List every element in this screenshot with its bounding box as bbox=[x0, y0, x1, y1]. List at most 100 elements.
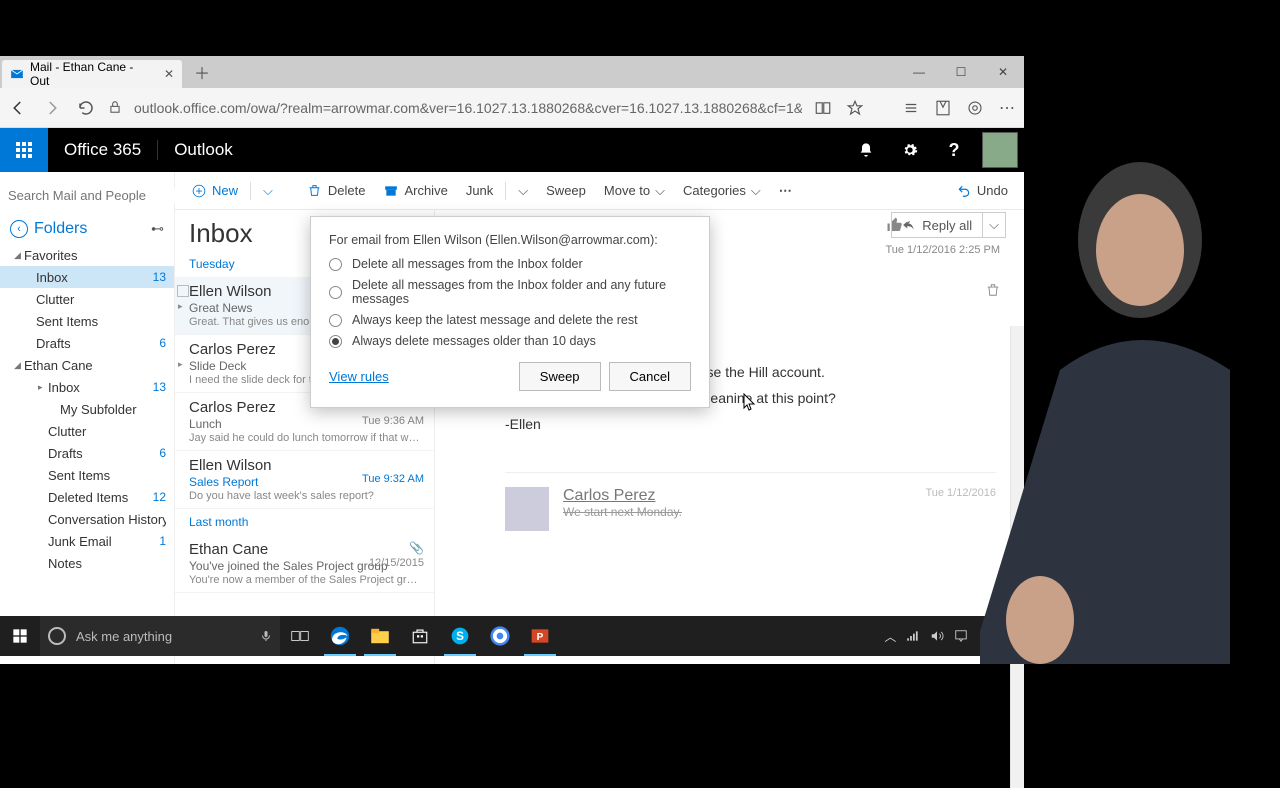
help-icon[interactable]: ? bbox=[932, 128, 976, 172]
cortana-search[interactable]: Ask me anything bbox=[40, 616, 280, 656]
task-view-button[interactable] bbox=[280, 616, 320, 656]
presenter-overlay bbox=[980, 120, 1280, 664]
delete-button[interactable]: Delete bbox=[301, 179, 372, 203]
action-center-icon[interactable] bbox=[954, 629, 968, 643]
mail-icon bbox=[10, 67, 24, 81]
browser-toolbar: outlook.office.com/owa/?realm=arrowmar.c… bbox=[0, 88, 1024, 128]
volume-icon[interactable] bbox=[930, 629, 944, 643]
search-input[interactable] bbox=[8, 188, 184, 203]
junk-dropdown[interactable]: ⌵ bbox=[512, 179, 534, 203]
categories-button[interactable]: Categories ⌵ bbox=[677, 179, 767, 203]
undo-button[interactable]: Undo bbox=[950, 179, 1014, 203]
reply-dropdown[interactable]: ⌵ bbox=[982, 213, 1005, 237]
window-controls: — ☐ ✕ bbox=[898, 56, 1024, 88]
folder-drafts[interactable]: Drafts6 bbox=[0, 332, 174, 354]
archive-icon bbox=[383, 183, 399, 199]
lock-icon bbox=[108, 100, 124, 116]
notifications-icon[interactable] bbox=[844, 128, 888, 172]
junk-button[interactable]: Junk bbox=[460, 179, 499, 202]
archive-button[interactable]: Archive bbox=[377, 179, 453, 203]
more-icon[interactable]: ⋯ bbox=[996, 97, 1018, 119]
folder-clutter[interactable]: Clutter bbox=[0, 288, 174, 310]
app-launcher[interactable] bbox=[0, 128, 48, 172]
folder-conversation-history[interactable]: Conversation History bbox=[0, 508, 174, 530]
message-item[interactable]: 📎Ethan CaneYou've joined the Sales Proje… bbox=[175, 535, 434, 593]
new-button[interactable]: New bbox=[185, 179, 244, 203]
tray-chevron-icon[interactable]: ︿ bbox=[884, 628, 896, 645]
search-box[interactable] bbox=[0, 176, 174, 214]
trash-icon bbox=[307, 183, 323, 199]
folders-header[interactable]: ‹ Folders ⊷ bbox=[0, 214, 174, 244]
new-tab-button[interactable]: ＋ bbox=[190, 60, 214, 84]
address-bar[interactable]: outlook.office.com/owa/?realm=arrowmar.c… bbox=[134, 100, 802, 116]
cancel-button[interactable]: Cancel bbox=[609, 362, 691, 391]
pin-icon[interactable]: ⊷ bbox=[151, 221, 164, 237]
sweep-option[interactable]: Always keep the latest message and delet… bbox=[329, 313, 691, 327]
radio-icon bbox=[329, 286, 342, 299]
cortana-icon bbox=[48, 627, 66, 645]
folder-drafts[interactable]: Drafts6 bbox=[0, 442, 174, 464]
folder-sent-items[interactable]: Sent Items bbox=[0, 464, 174, 486]
settings-icon[interactable] bbox=[888, 128, 932, 172]
taskbar-clock[interactable]: PM 4/2016 bbox=[984, 624, 1018, 648]
date-group: Last month bbox=[175, 509, 434, 535]
close-window-button[interactable]: ✕ bbox=[982, 56, 1024, 88]
skype-app-icon[interactable]: S bbox=[440, 616, 480, 656]
share-icon[interactable] bbox=[964, 97, 986, 119]
thread-item[interactable]: Carlos Perez We start next Monday. Tue 1… bbox=[505, 472, 996, 531]
close-icon[interactable]: ✕ bbox=[164, 67, 174, 81]
forward-button[interactable] bbox=[40, 96, 64, 120]
minimize-button[interactable]: — bbox=[898, 56, 940, 88]
sweep-intro: For email from Ellen Wilson (Ellen.Wilso… bbox=[329, 233, 691, 247]
sender-avatar bbox=[505, 487, 549, 531]
folder-inbox[interactable]: ▸Inbox13 bbox=[0, 376, 174, 398]
mic-icon[interactable] bbox=[260, 628, 272, 644]
thread-sender: Carlos Perez bbox=[563, 487, 682, 505]
view-rules-link[interactable]: View rules bbox=[329, 369, 389, 384]
folder-pane: ‹ Folders ⊷ ◢FavoritesInbox13ClutterSent… bbox=[0, 172, 175, 664]
new-dropdown[interactable]: ⌵ bbox=[257, 179, 279, 203]
more-commands[interactable]: ⋯ bbox=[773, 179, 798, 203]
scrollbar[interactable] bbox=[1010, 326, 1024, 788]
hub-icon[interactable] bbox=[900, 97, 922, 119]
folder-clutter[interactable]: Clutter bbox=[0, 420, 174, 442]
undo-icon bbox=[956, 183, 972, 199]
folder-notes[interactable]: Notes bbox=[0, 552, 174, 574]
sweep-confirm-button[interactable]: Sweep bbox=[519, 362, 601, 391]
user-avatar[interactable] bbox=[982, 132, 1018, 168]
edge-app-icon[interactable] bbox=[320, 616, 360, 656]
sweep-option[interactable]: Delete all messages from the Inbox folde… bbox=[329, 278, 691, 306]
message-item[interactable]: Ellen WilsonSales ReportDo you have last… bbox=[175, 451, 434, 509]
radio-icon bbox=[329, 258, 342, 271]
folder-my-subfolder[interactable]: My Subfolder bbox=[0, 398, 174, 420]
plus-icon bbox=[191, 183, 207, 199]
reading-view-icon[interactable] bbox=[812, 97, 834, 119]
suite-bar: Office 365 Outlook ? bbox=[0, 128, 1024, 172]
maximize-button[interactable]: ☐ bbox=[940, 56, 982, 88]
network-icon[interactable] bbox=[906, 630, 920, 642]
refresh-button[interactable] bbox=[74, 96, 98, 120]
message-body-line: -Ellen bbox=[505, 416, 996, 432]
moveto-button[interactable]: Move to ⌵ bbox=[598, 179, 671, 203]
folder-junk-email[interactable]: Junk Email1 bbox=[0, 530, 174, 552]
explorer-app-icon[interactable] bbox=[360, 616, 400, 656]
sweep-option[interactable]: Always delete messages older than 10 day… bbox=[329, 334, 691, 348]
folder-ethan-cane[interactable]: ◢Ethan Cane bbox=[0, 354, 174, 376]
favorite-icon[interactable] bbox=[844, 97, 866, 119]
reply-all-button[interactable]: Reply all ⌵ bbox=[891, 212, 1006, 238]
webnote-icon[interactable] bbox=[932, 97, 954, 119]
sweep-button[interactable]: Sweep bbox=[540, 179, 592, 202]
folder-sent-items[interactable]: Sent Items bbox=[0, 310, 174, 332]
store-app-icon[interactable] bbox=[400, 616, 440, 656]
back-button[interactable] bbox=[6, 96, 30, 120]
sweep-option[interactable]: Delete all messages from the Inbox folde… bbox=[329, 257, 691, 271]
powerpoint-app-icon[interactable]: P bbox=[520, 616, 560, 656]
chrome-app-icon[interactable] bbox=[480, 616, 520, 656]
folder-deleted-items[interactable]: Deleted Items12 bbox=[0, 486, 174, 508]
folder-inbox[interactable]: Inbox13 bbox=[0, 266, 174, 288]
suite-brand[interactable]: Office 365 bbox=[48, 140, 157, 160]
delete-message-icon[interactable] bbox=[986, 282, 1000, 298]
browser-tab[interactable]: Mail - Ethan Cane - Out ✕ bbox=[2, 60, 182, 88]
start-button[interactable] bbox=[0, 616, 40, 656]
folder-favorites[interactable]: ◢Favorites bbox=[0, 244, 174, 266]
